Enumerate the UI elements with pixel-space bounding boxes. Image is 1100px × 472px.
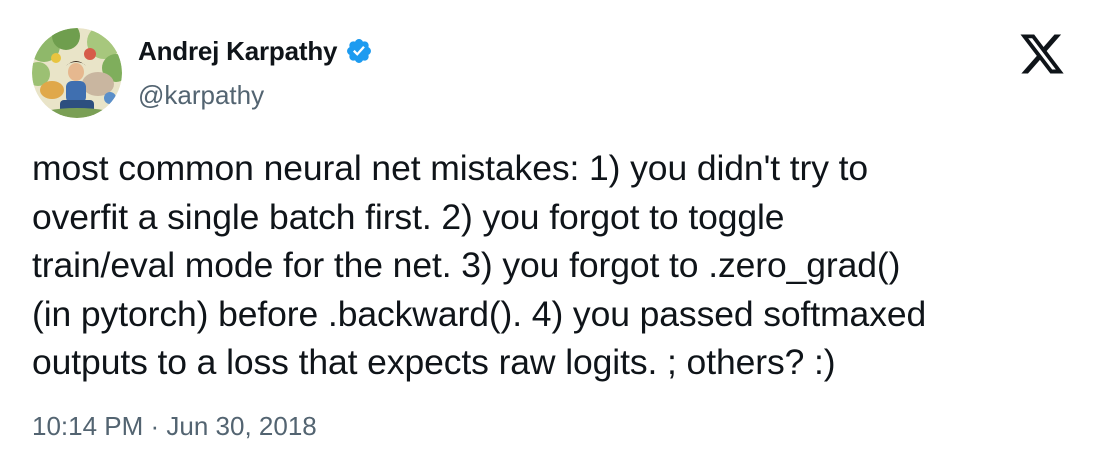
author-handle[interactable]: @karpathy: [138, 80, 264, 111]
tweet-card: Andrej Karpathy @karpathy most common ne…: [0, 0, 1100, 472]
tweet-timestamp[interactable]: 10:14 PM · Jun 30, 2018: [32, 411, 317, 442]
verified-badge-icon: [345, 37, 373, 65]
illustrated-avatar-icon: [32, 28, 122, 118]
x-logo-icon[interactable]: [1018, 30, 1066, 78]
tweet-text: most common neural net mistakes: 1) you …: [32, 148, 927, 382]
author-display-name[interactable]: Andrej Karpathy: [138, 36, 337, 67]
author-name-row: Andrej Karpathy: [138, 34, 373, 68]
avatar[interactable]: [32, 28, 122, 118]
